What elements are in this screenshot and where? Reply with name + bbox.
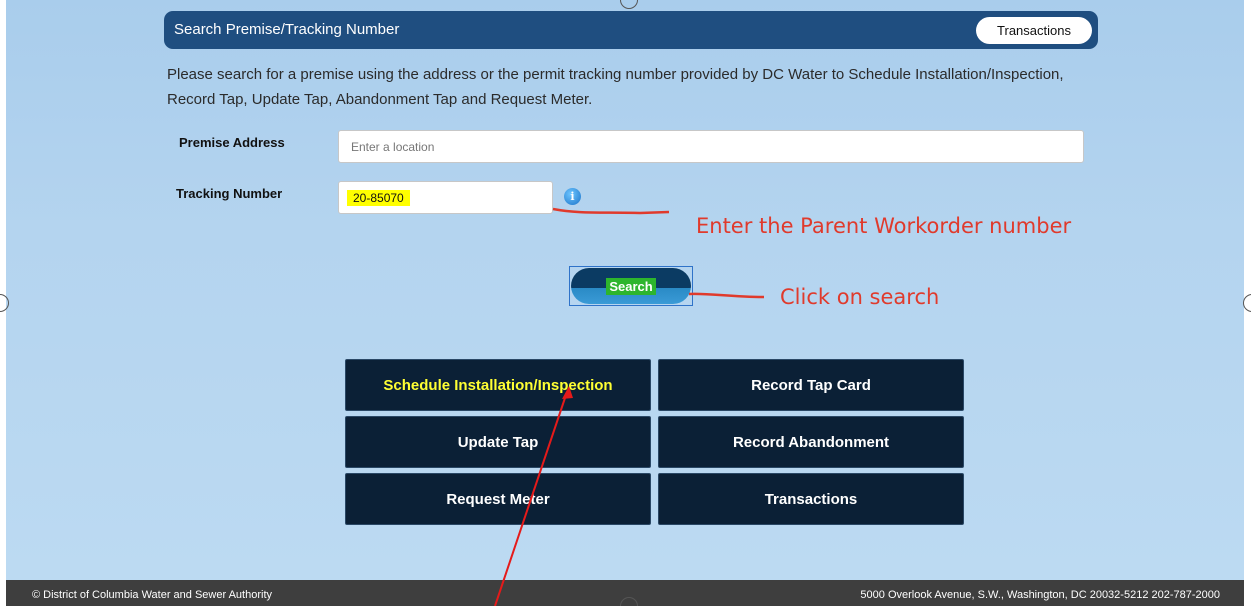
footer-copyright: © District of Columbia Water and Sewer A… [32, 589, 273, 601]
search-annotation: Click on search [780, 285, 940, 309]
tracking-number-input[interactable]: 20-85070 [338, 181, 553, 214]
search-button-focus: Search [569, 266, 693, 306]
section-title: Search Premise/Tracking Number [174, 21, 400, 38]
update-tap-label: Update Tap [457, 433, 539, 451]
transactions-action-button[interactable]: Transactions [658, 473, 964, 525]
right-resize-handle-icon[interactable] [1243, 294, 1251, 312]
record-tap-card-label: Record Tap Card [751, 376, 871, 394]
schedule-installation-button[interactable]: Schedule Installation/Inspection [345, 359, 651, 411]
premise-address-input[interactable]: Enter a location [338, 130, 1084, 163]
info-icon[interactable]: i [564, 188, 581, 205]
request-meter-button[interactable]: Request Meter [345, 473, 651, 525]
tracking-number-value: 20-85070 [347, 189, 410, 206]
tracking-number-label: Tracking Number [176, 186, 283, 201]
section-header: Search Premise/Tracking Number Transacti… [164, 11, 1098, 49]
tracking-annotation: Enter the Parent Workorder number [696, 214, 1072, 238]
record-tap-card-button[interactable]: Record Tap Card [658, 359, 964, 411]
transactions-button[interactable]: Transactions [976, 17, 1092, 44]
premise-address-label: Premise Address [179, 135, 285, 150]
premise-address-placeholder: Enter a location [351, 139, 435, 154]
request-meter-label: Request Meter [446, 490, 550, 508]
search-button-label: Search [606, 277, 656, 295]
page-background: Search Premise/Tracking Number Transacti… [6, 0, 1244, 580]
record-abandonment-button[interactable]: Record Abandonment [658, 416, 964, 468]
schedule-installation-label: Schedule Installation/Inspection [383, 376, 613, 394]
update-tap-button[interactable]: Update Tap [345, 416, 651, 468]
intro-text: Please search for a premise using the ad… [167, 66, 1064, 108]
transactions-action-label: Transactions [764, 490, 858, 508]
record-abandonment-label: Record Abandonment [732, 433, 890, 451]
search-button[interactable]: Search [571, 268, 691, 304]
footer-address: 5000 Overlook Avenue, S.W., Washington, … [860, 589, 1220, 601]
